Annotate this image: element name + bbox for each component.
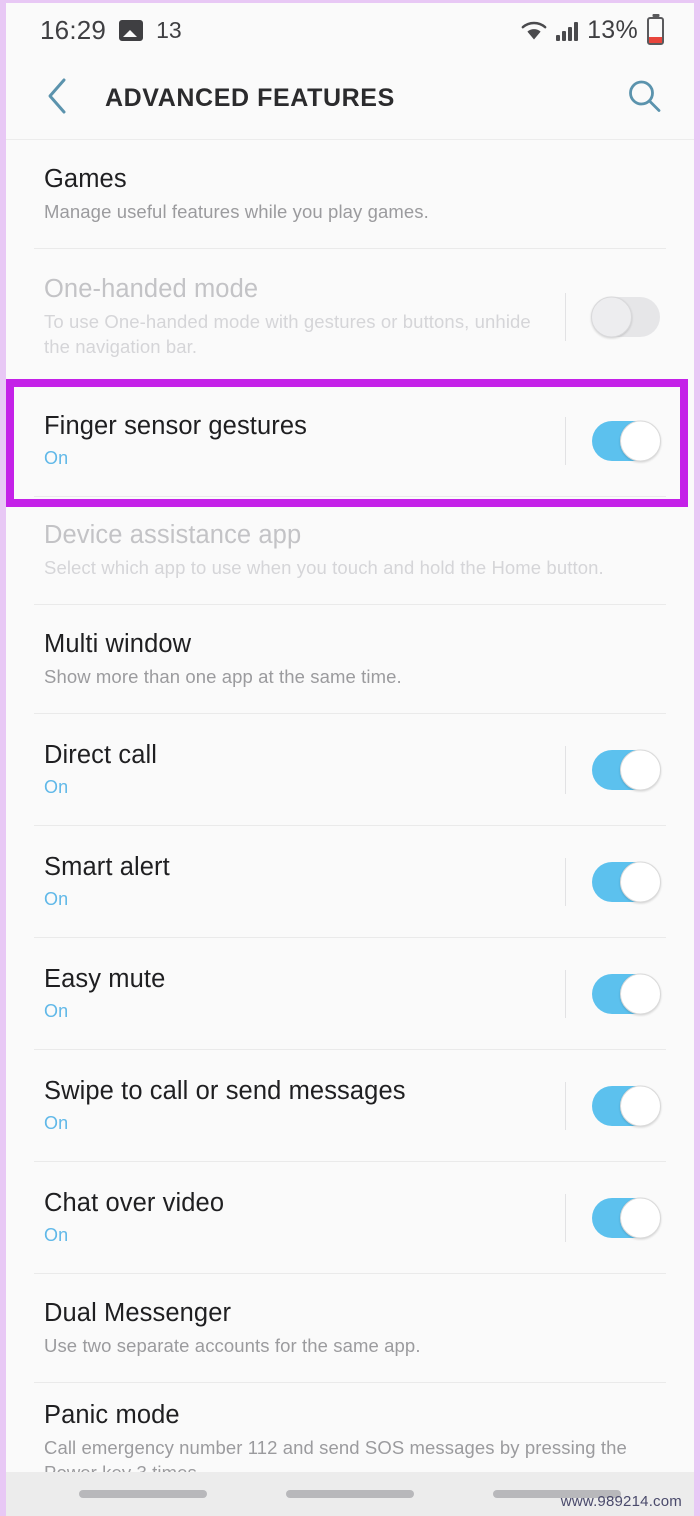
settings-row[interactable]: Finger sensor gestures On bbox=[6, 385, 694, 496]
settings-row-description: Use two separate accounts for the same a… bbox=[44, 1334, 421, 1356]
settings-row-title: Smart alert bbox=[44, 852, 170, 881]
settings-row-title: Games bbox=[44, 164, 127, 193]
settings-row[interactable]: Games Manage useful features while you pl… bbox=[6, 140, 694, 248]
settings-row-texts: Dual Messenger Use two separate accounts … bbox=[44, 1298, 660, 1359]
toggle-area bbox=[539, 416, 661, 465]
toggle-area bbox=[539, 857, 661, 906]
page-title: ADVANCED FEATURES bbox=[105, 84, 395, 112]
settings-row-texts: Chat over video On bbox=[44, 1188, 539, 1247]
settings-toggle[interactable] bbox=[592, 420, 661, 461]
settings-row-description: Select which app to use when you touch a… bbox=[44, 557, 604, 579]
settings-row[interactable]: Easy mute On bbox=[6, 938, 694, 1049]
settings-row-texts: Games Manage useful features while you pl… bbox=[44, 164, 660, 225]
settings-row-texts: Easy mute On bbox=[44, 964, 539, 1023]
toggle-separator bbox=[565, 416, 566, 465]
toggle-separator bbox=[565, 292, 566, 341]
settings-row[interactable]: Swipe to call or send messages On bbox=[6, 1050, 694, 1161]
settings-row-texts: Direct call On bbox=[44, 740, 539, 799]
settings-row-texts: Swipe to call or send messages On bbox=[44, 1076, 539, 1135]
settings-row-title: Device assistance app bbox=[44, 521, 302, 550]
settings-row[interactable]: Smart alert On bbox=[6, 826, 694, 937]
recents-hint[interactable] bbox=[79, 1490, 208, 1498]
settings-toggle[interactable] bbox=[592, 973, 661, 1014]
status-bar: 16:29 13 13% bbox=[6, 3, 694, 58]
toggle-knob bbox=[591, 296, 632, 337]
back-button[interactable] bbox=[40, 77, 74, 120]
settings-row-title: Dual Messenger bbox=[44, 1298, 232, 1327]
toggle-knob bbox=[620, 861, 661, 902]
toggle-area bbox=[539, 1193, 661, 1242]
notification-count: 13 bbox=[156, 17, 182, 43]
toggle-knob bbox=[620, 1085, 661, 1126]
settings-row-title: Easy mute bbox=[44, 964, 166, 993]
signal-bars-icon bbox=[556, 21, 579, 41]
settings-row-description: Manage useful features while you play ga… bbox=[44, 200, 429, 222]
settings-row-status: On bbox=[44, 1001, 69, 1021]
settings-row-status: On bbox=[44, 1113, 69, 1133]
settings-row-status: On bbox=[44, 448, 69, 468]
app-bar: ADVANCED FEATURES bbox=[6, 58, 694, 140]
gallery-icon bbox=[119, 20, 144, 41]
settings-row-texts: Multi window Show more than one app at th… bbox=[44, 629, 660, 690]
settings-toggle[interactable] bbox=[592, 749, 661, 790]
toggle-knob bbox=[620, 749, 661, 790]
settings-toggle[interactable] bbox=[591, 296, 660, 337]
search-icon bbox=[625, 77, 663, 120]
settings-row-texts: Smart alert On bbox=[44, 852, 539, 911]
settings-row-title: Direct call bbox=[44, 740, 158, 769]
toggle-knob bbox=[620, 973, 661, 1014]
settings-row-description: Show more than one app at the same time. bbox=[44, 665, 402, 687]
battery-low-icon bbox=[647, 16, 664, 45]
settings-toggle[interactable] bbox=[592, 861, 661, 902]
settings-row[interactable]: Chat over video On bbox=[6, 1162, 694, 1273]
toggle-separator bbox=[565, 857, 566, 906]
settings-row-title: Finger sensor gestures bbox=[44, 411, 307, 440]
settings-row-texts: One-handed mode To use One-handed mode wi… bbox=[44, 274, 539, 360]
settings-row[interactable]: One-handed mode To use One-handed mode wi… bbox=[6, 249, 694, 384]
settings-row-status: On bbox=[44, 777, 69, 797]
settings-row-title: One-handed mode bbox=[44, 274, 259, 303]
battery-percent: 13% bbox=[587, 16, 638, 44]
settings-row-texts: Device assistance app Select which app to… bbox=[44, 520, 660, 581]
toggle-area bbox=[539, 745, 661, 794]
settings-row-title: Multi window bbox=[44, 629, 192, 658]
toggle-area bbox=[539, 292, 660, 341]
settings-row[interactable]: Device assistance app Select which app to… bbox=[6, 497, 694, 604]
chevron-left-icon bbox=[45, 77, 69, 120]
settings-row-title: Panic mode bbox=[44, 1401, 180, 1430]
settings-row-description: To use One-handed mode with gestures or … bbox=[44, 310, 531, 357]
settings-row-status: On bbox=[44, 889, 69, 909]
toggle-separator bbox=[565, 1081, 566, 1130]
home-hint[interactable] bbox=[285, 1490, 414, 1498]
settings-row[interactable]: Dual Messenger Use two separate accounts … bbox=[6, 1274, 694, 1382]
settings-list: Games Manage useful features while you pl… bbox=[6, 140, 694, 1503]
toggle-separator bbox=[565, 745, 566, 794]
toggle-knob bbox=[620, 420, 661, 461]
wifi-icon bbox=[521, 20, 547, 41]
toggle-separator bbox=[565, 969, 566, 1018]
settings-row-title: Chat over video bbox=[44, 1188, 225, 1217]
watermark: www.989214.com bbox=[560, 1493, 682, 1510]
toggle-separator bbox=[565, 1193, 566, 1242]
settings-row[interactable]: Direct call On bbox=[6, 714, 694, 825]
phone-screen: 16:29 13 13% ADVANCED FEATURES Games Man… bbox=[0, 0, 700, 1516]
settings-row-title: Swipe to call or send messages bbox=[44, 1076, 406, 1105]
toggle-area bbox=[539, 1081, 661, 1130]
status-clock: 16:29 bbox=[40, 15, 107, 45]
settings-toggle[interactable] bbox=[592, 1197, 661, 1238]
settings-row[interactable]: Multi window Show more than one app at th… bbox=[6, 605, 694, 713]
settings-toggle[interactable] bbox=[592, 1085, 661, 1126]
search-button[interactable] bbox=[624, 77, 664, 120]
settings-row-texts: Finger sensor gestures On bbox=[44, 411, 539, 470]
status-bar-left: 16:29 13 bbox=[40, 15, 182, 46]
settings-row-status: On bbox=[44, 1225, 69, 1245]
status-bar-right: 13% bbox=[521, 16, 664, 45]
toggle-area bbox=[539, 969, 661, 1018]
toggle-knob bbox=[620, 1197, 661, 1238]
